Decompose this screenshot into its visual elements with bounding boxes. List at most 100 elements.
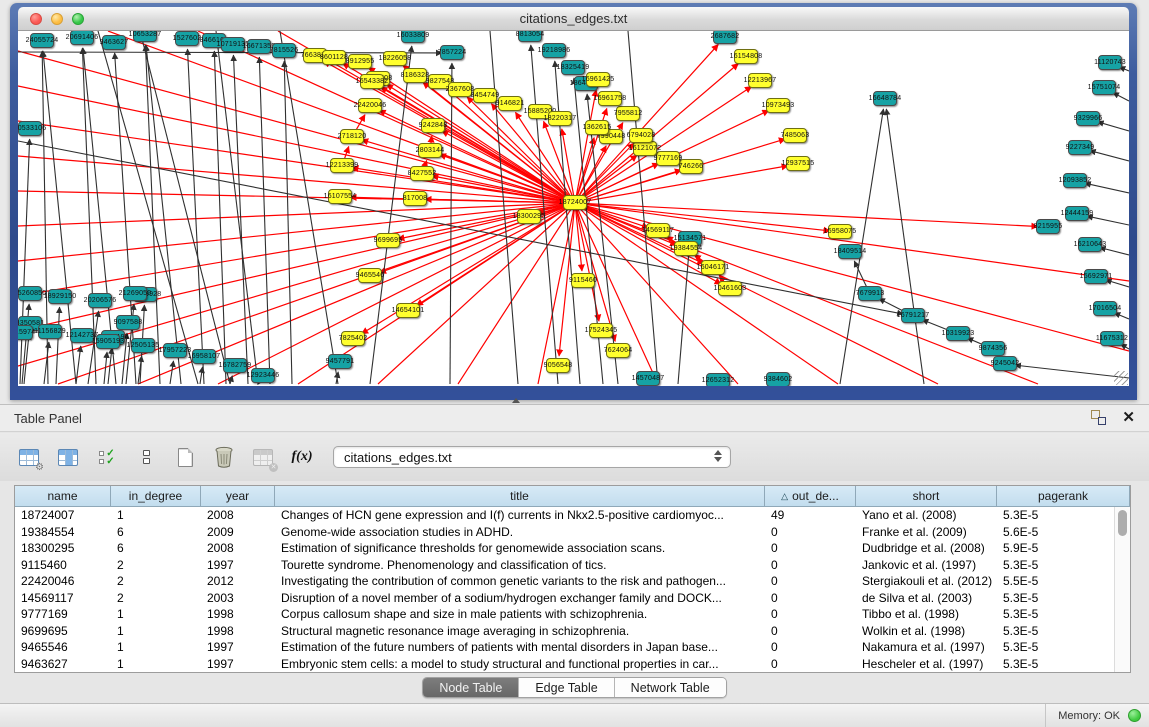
table-cell[interactable]: Tourette syndrome. Phenomenology and cla…: [275, 557, 765, 574]
graph-node[interactable]: 1362615: [585, 120, 609, 135]
graph-node[interactable]: 20206576: [88, 293, 112, 308]
table-cell[interactable]: 6: [111, 540, 201, 557]
graph-node[interactable]: 7485063: [783, 128, 807, 143]
scrollbar-thumb[interactable]: [1118, 510, 1127, 536]
graph-node[interactable]: 15751074: [1092, 80, 1116, 95]
graph-node[interactable]: 12213399: [330, 158, 354, 173]
table-cell[interactable]: 1: [111, 623, 201, 640]
graph-node[interactable]: 18220317: [548, 111, 572, 126]
table-row[interactable]: 2242004622012Investigating the contribut…: [15, 573, 1114, 590]
table-cell[interactable]: 9777169: [15, 606, 111, 623]
table-settings-icon[interactable]: ⚙: [16, 444, 42, 470]
new-column-icon[interactable]: [172, 444, 198, 470]
table-cell[interactable]: Estimation of the future numbers of pati…: [275, 639, 765, 656]
table-cell[interactable]: 0: [765, 573, 856, 590]
graph-node[interactable]: 16961425: [586, 72, 610, 87]
graph-node[interactable]: 9699695: [376, 233, 400, 248]
graph-node[interactable]: 2687682: [713, 31, 737, 44]
graph-node[interactable]: 7679913: [858, 286, 882, 301]
graph-node[interactable]: 12444159: [1065, 206, 1089, 221]
table-cell[interactable]: 1998: [201, 606, 275, 623]
graph-node[interactable]: 9457791: [328, 354, 352, 369]
graph-node[interactable]: 8427552: [410, 166, 434, 181]
column-visibility-icon[interactable]: [55, 444, 81, 470]
table-cell[interactable]: 1997: [201, 639, 275, 656]
table-cell[interactable]: 5.3E-5: [997, 656, 1114, 673]
table-cell[interactable]: 19384554: [15, 524, 111, 541]
close-panel-icon[interactable]: ✕: [1122, 410, 1135, 425]
table-cell[interactable]: 9699695: [15, 623, 111, 640]
graph-node[interactable]: 12505135: [131, 338, 155, 353]
table-cell[interactable]: 9465546: [15, 639, 111, 656]
table-cell[interactable]: 2012: [201, 573, 275, 590]
graph-node[interactable]: 16958107: [192, 349, 216, 364]
column-header-in_degree[interactable]: in_degree: [111, 486, 201, 506]
graph-node[interactable]: 16543382: [360, 74, 384, 89]
graph-node[interactable]: 8601128: [322, 50, 346, 65]
table-row[interactable]: 1938455462009Genome-wide association stu…: [15, 524, 1114, 541]
graph-node[interactable]: 12937515: [786, 156, 810, 171]
graph-node[interactable]: 17957223: [163, 343, 187, 358]
graph-node[interactable]: 24055724: [30, 33, 54, 48]
graph-node[interactable]: 9384602: [766, 372, 790, 386]
graph-node[interactable]: 8912955: [348, 54, 372, 69]
table-row[interactable]: 1456911722003Disruption of a novel membe…: [15, 590, 1114, 607]
tab-node-table[interactable]: Node Table: [423, 678, 519, 697]
table-cell[interactable]: 5.3E-5: [997, 623, 1114, 640]
graph-node[interactable]: 817008: [403, 191, 427, 206]
graph-node[interactable]: 9465546: [358, 268, 382, 283]
table-cell[interactable]: 1: [111, 656, 201, 673]
table-cell[interactable]: Genome-wide association studies in ADHD.: [275, 524, 765, 541]
graph-node[interactable]: 12923446: [251, 368, 275, 383]
column-header-name[interactable]: name: [15, 486, 111, 506]
graph-node[interactable]: 21269050: [123, 286, 147, 301]
graph-node[interactable]: 20691406: [70, 31, 94, 45]
table-cell[interactable]: 5.6E-5: [997, 524, 1114, 541]
table-row[interactable]: 946362711997Embryonic stem cells: a mode…: [15, 656, 1114, 673]
graph-node[interactable]: 11156829: [38, 324, 62, 339]
table-cell[interactable]: Estimation of significance thresholds fo…: [275, 540, 765, 557]
graph-node[interactable]: 9315974: [18, 325, 33, 340]
table-cell[interactable]: 1: [111, 639, 201, 656]
table-cell[interactable]: 9463627: [15, 656, 111, 673]
graph-node[interactable]: 10719135: [221, 37, 245, 52]
table-cell[interactable]: 18724007: [15, 507, 111, 524]
graph-node[interactable]: 19384554: [674, 241, 698, 256]
graph-node[interactable]: 18300295: [517, 209, 541, 224]
table-row[interactable]: 946554611997Estimation of the future num…: [15, 639, 1114, 656]
graph-node[interactable]: 8813054: [518, 31, 542, 42]
table-cell[interactable]: 2003: [201, 590, 275, 607]
graph-node[interactable]: 14569117: [646, 223, 670, 238]
graph-node[interactable]: 16107554: [328, 189, 352, 204]
table-cell[interactable]: Disruption of a novel member of a sodium…: [275, 590, 765, 607]
table-cell[interactable]: Wolkin et al. (1998): [856, 623, 997, 640]
graph-node[interactable]: 10973493: [766, 98, 790, 113]
graph-node[interactable]: 18724007: [563, 195, 587, 210]
table-cell[interactable]: Investigating the contribution of common…: [275, 573, 765, 590]
float-panel-icon[interactable]: [1091, 410, 1106, 425]
graph-node[interactable]: 16033809: [401, 31, 425, 43]
table-cell[interactable]: 1: [111, 606, 201, 623]
table-row[interactable]: 977716911998Corpus callosum shape and si…: [15, 606, 1114, 623]
graph-node[interactable]: 11675312: [1100, 331, 1124, 346]
table-cell[interactable]: 22420046: [15, 573, 111, 590]
graph-node[interactable]: 16782759: [223, 358, 247, 373]
table-cell[interactable]: 1997: [201, 557, 275, 574]
checklist-icon[interactable]: ✓ ✓: [94, 444, 120, 470]
column-header-year[interactable]: year: [201, 486, 275, 506]
table-cell[interactable]: 14569117: [15, 590, 111, 607]
tab-network-table[interactable]: Network Table: [615, 678, 726, 697]
table-cell[interactable]: 0: [765, 524, 856, 541]
window-resize-grip[interactable]: [1114, 371, 1128, 385]
graph-node[interactable]: 9777169: [656, 151, 680, 166]
graph-node[interactable]: 9874356: [981, 341, 1005, 356]
table-cell[interactable]: 5.3E-5: [997, 557, 1114, 574]
table-cell[interactable]: 5.5E-5: [997, 573, 1114, 590]
table-row[interactable]: 969969511998Structural magnetic resonanc…: [15, 623, 1114, 640]
table-cell[interactable]: 5.3E-5: [997, 606, 1114, 623]
table-cell[interactable]: de Silva et al. (2003): [856, 590, 997, 607]
graph-node[interactable]: 746266: [679, 159, 703, 174]
graph-node[interactable]: 22420046: [358, 98, 382, 113]
table-cell[interactable]: 49: [765, 507, 856, 524]
graph-node[interactable]: 20533106: [18, 121, 42, 136]
